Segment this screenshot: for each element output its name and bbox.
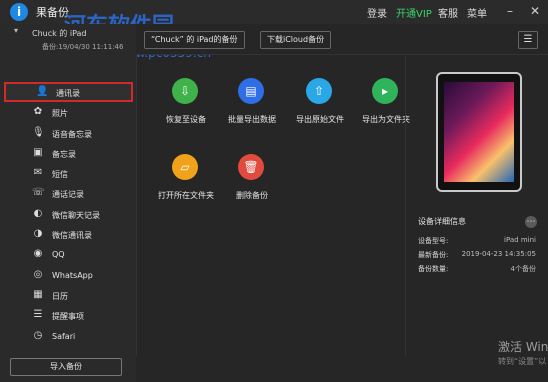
- notes-icon: ▣: [33, 146, 43, 158]
- phone-icon: ☏: [32, 187, 45, 199]
- calendar-icon: ▦: [33, 288, 43, 300]
- download-icloud-button[interactable]: 下载iCloud备份: [260, 31, 332, 49]
- info-value: 2019-04-23 14:35:05: [461, 250, 536, 258]
- wechat-icon: ◐: [33, 207, 43, 219]
- sidebar-item-label: 日历: [52, 291, 68, 301]
- sidebar-item[interactable]: ✉ 短信: [0, 163, 136, 183]
- info-key: 设备型号:: [418, 237, 449, 245]
- qq-icon: ◉: [33, 248, 43, 260]
- import-backup-button[interactable]: 导入备份: [10, 358, 122, 376]
- export-folder-icon: ▸: [372, 78, 398, 104]
- sidebar-item-label: 通话记录: [52, 190, 84, 200]
- delete-backup-icon: 🗑: [238, 154, 264, 180]
- sidebar-item[interactable]: ◷ Safari: [0, 326, 136, 346]
- sidebar-item-label: 照片: [52, 109, 68, 119]
- device-name: Chuck 的 iPad: [32, 29, 87, 38]
- sidebar-item-label: Safari: [52, 331, 76, 341]
- actions-panel: ⇩ 恢复至设备 ▤ 批量导出数据 ⇧ 导出原始文件 ▸ 导出为文件夹 ▱ 打开所在文件夹 🗑 删除备份: [136, 56, 410, 356]
- backup-time: 备份:19/04/30 11:11:46: [42, 43, 124, 51]
- status-bar: [136, 356, 548, 382]
- menu-vip[interactable]: 开通VIP: [396, 5, 432, 20]
- backup-tag[interactable]: “Chuck” 的 iPad的备份: [144, 31, 245, 49]
- menu-main[interactable]: 菜单: [467, 5, 487, 20]
- open-folder-icon: ▱: [172, 154, 198, 180]
- sidebar-item[interactable]: 👤 通讯录: [4, 82, 133, 103]
- sidebar-item[interactable]: ✿ 照片: [0, 102, 136, 122]
- ipad-screen: [444, 82, 514, 182]
- menu-login[interactable]: 登录: [367, 5, 387, 20]
- sidebar-item-label: 提醒事项: [52, 312, 84, 322]
- sidebar-item[interactable]: ☏ 通话记录: [0, 183, 136, 203]
- more-icon[interactable]: ⋯: [525, 216, 537, 228]
- contacts-icon: 👤: [36, 86, 49, 97]
- device-info-title: 设备详细信息: [418, 217, 466, 226]
- sidebar-item[interactable]: ☰ 提醒事项: [0, 305, 136, 325]
- close-icon[interactable]: ✕: [527, 3, 543, 19]
- ipad-image: [436, 72, 522, 192]
- photos-icon: ✿: [33, 106, 43, 118]
- list-view-icon[interactable]: ☰: [518, 31, 538, 49]
- top-bar: “Chuck” 的 iPad的备份 下载iCloud备份 ☰: [136, 24, 548, 55]
- device-info-panel: 设备详细信息 ⋯ 设备型号: iPad mini 最新备份: 2019-04-2…: [405, 56, 548, 356]
- wechat-contacts-icon: ◑: [33, 228, 43, 240]
- app-window: i 果备份 登录 开通VIP 客服 菜单 – ✕ 河东软件园 www.pc035…: [0, 0, 548, 382]
- sidebar-item[interactable]: ▣ 备忘录: [0, 143, 136, 163]
- restore-device-icon: ⇩: [172, 78, 198, 104]
- action-button[interactable]: 🗑 删除备份: [212, 132, 292, 200]
- info-key: 最新备份:: [418, 251, 449, 259]
- batch-export-icon: ▤: [238, 78, 264, 104]
- sidebar-item[interactable]: 🎙 语音备忘录: [0, 123, 136, 143]
- sidebar-item-label: 微信通讯录: [52, 231, 92, 241]
- sidebar-item-label: 备忘录: [52, 149, 76, 159]
- sidebar-item-label: QQ: [52, 250, 65, 260]
- sidebar-item[interactable]: ◉ QQ: [0, 244, 136, 264]
- sidebar-item-label: WhatsApp: [52, 270, 93, 280]
- info-key: 备份数量:: [418, 265, 449, 273]
- menu-support[interactable]: 客服: [438, 5, 458, 20]
- device-header[interactable]: ▾ Chuck 的 iPad 备份:19/04/30 11:11:46: [14, 26, 134, 54]
- info-value: iPad mini: [504, 236, 536, 244]
- safari-icon: ◷: [33, 329, 43, 341]
- sidebar-item[interactable]: ◎ WhatsApp: [0, 265, 136, 285]
- windows-activate-subtext: 转到“设置”以: [498, 357, 547, 366]
- chevron-down-icon: ▾: [14, 26, 19, 35]
- sidebar-item[interactable]: ◐ 微信聊天记录: [0, 204, 136, 224]
- sidebar-item[interactable]: ▦ 日历: [0, 285, 136, 305]
- sms-icon: ✉: [33, 167, 43, 179]
- whatsapp-icon: ◎: [33, 268, 43, 280]
- export-original-icon: ⇧: [306, 78, 332, 104]
- sidebar-item-label: 微信聊天记录: [52, 210, 100, 220]
- sidebar-nav: 👤 通讯录 ✿ 照片 🎙 语音备忘录 ▣ 备忘录 ✉ 短信 ☏ 通话记录 ◐ 微信聊天记录 ◑ 微信通讯录 ◉ Q…: [0, 82, 136, 346]
- reminders-icon: ☰: [33, 309, 43, 321]
- sidebar-item[interactable]: ◑ 微信通讯录: [0, 224, 136, 244]
- microphone-icon: 🎙: [32, 126, 45, 138]
- sidebar-item-label: 通讯录: [56, 89, 80, 98]
- sidebar-item-label: 短信: [52, 170, 68, 180]
- windows-activate-text: 激活 Wind: [498, 340, 548, 354]
- action-label: 删除备份: [236, 191, 268, 200]
- sidebar-item-label: 语音备忘录: [52, 129, 92, 139]
- info-value: 4个备份: [510, 265, 536, 273]
- app-logo-icon: i: [10, 3, 28, 21]
- minimize-icon[interactable]: –: [502, 3, 518, 19]
